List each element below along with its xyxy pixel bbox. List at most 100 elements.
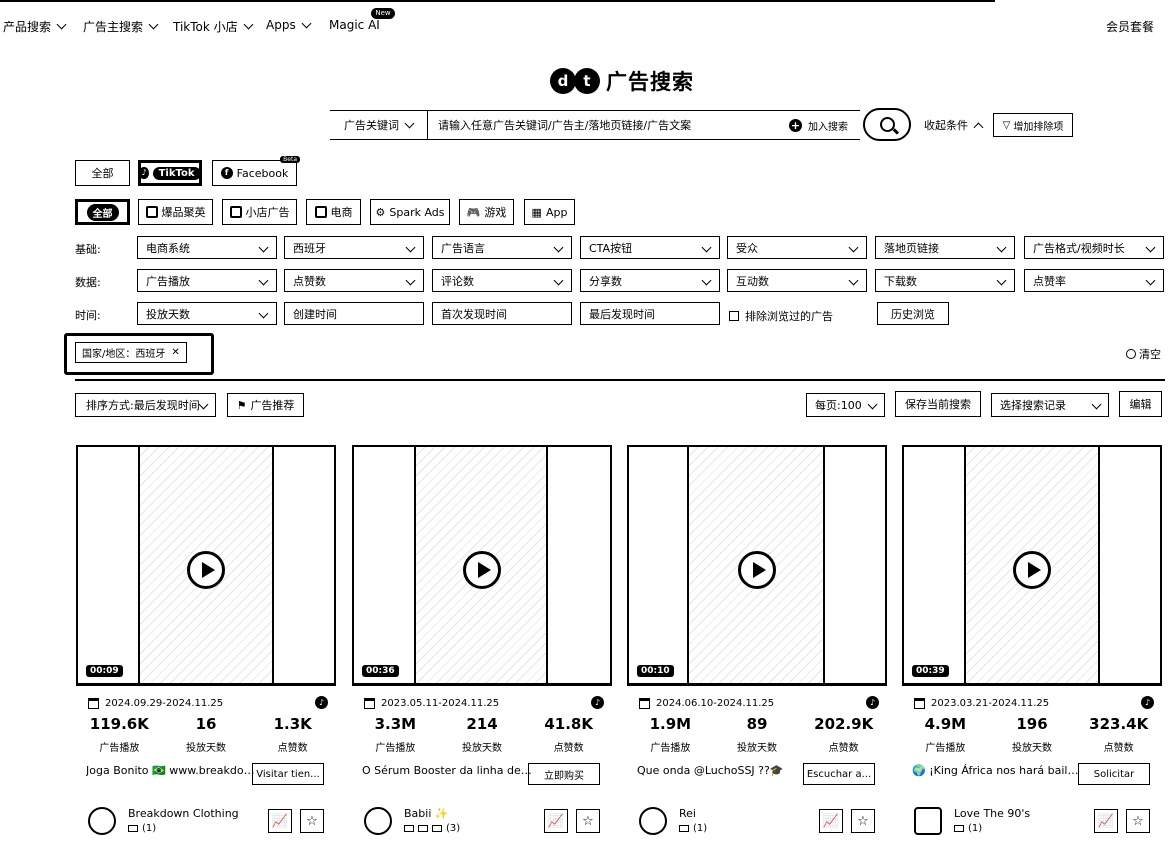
play-icon[interactable] [463,550,501,589]
category-games[interactable]: 🎮 游戏 [459,199,514,225]
filter-ad-language[interactable]: 广告语言 [432,236,572,259]
ad-card[interactable]: 00:10 2024.06.10-2024.11.25 ♪ 1.9M 广告播放 89… [627,445,887,855]
nav-tiktok-shop[interactable]: TikTok 小店 [173,18,254,35]
chevron-down-icon [404,118,415,128]
filter-country[interactable]: 西班牙 [284,236,424,259]
filter-like-rate[interactable]: 点赞率 [1024,269,1164,292]
platform-all[interactable]: 全部 [75,160,130,186]
sort-select[interactable]: 排序方式:最后发现时间 [75,393,216,417]
filter-likes[interactable]: 点赞数 [284,269,424,292]
category-ecommerce[interactable]: 电商 [306,199,361,225]
ad-icon [954,825,964,832]
play-icon[interactable] [738,550,776,589]
analytics-button[interactable]: 📈 [819,809,843,833]
tiktok-icon: ♪ [315,696,328,709]
chart-icon: 📈 [271,813,289,829]
close-icon[interactable]: ✕ [171,347,179,358]
platform-tiktok[interactable]: ♪ TikTok [138,160,202,186]
chevron-down-icon [258,242,269,253]
filter-landing-page[interactable]: 落地页链接 [875,236,1015,259]
ad-video-thumbnail[interactable]: 00:10 [627,445,887,686]
nav-magic-ai[interactable]: Magic AI [329,18,380,32]
search-record-select[interactable]: 选择搜索记录 [991,393,1109,417]
add-exclusion-button[interactable]: ▽ 增加排除项 [993,113,1073,137]
ad-cta-button[interactable]: 立即购买 [528,763,600,785]
chevron-down-icon [405,242,416,253]
stat-likes: 41.8K 点赞数 [544,715,593,754]
category-all[interactable]: 全部 [75,199,130,225]
ad-description: Que onda @LuchoSSJ ??🎓 [637,764,784,777]
avatar[interactable] [914,807,942,835]
collapse-filters-toggle[interactable]: 收起条件 [924,117,984,133]
avatar[interactable] [364,807,392,835]
advertiser-ads-count: (1) [954,823,982,834]
filter-ad-format[interactable]: 广告格式/视频时长 [1024,236,1164,259]
ad-recommend-button[interactable]: ⚑ 广告推荐 [227,393,304,417]
platform-facebook[interactable]: f Facebook Beta [212,156,300,186]
search-input[interactable] [428,111,789,139]
ad-video-thumbnail[interactable]: 00:09 [76,445,336,686]
ad-card[interactable]: 00:09 2024.09.29-2024.11.25 ♪ 119.6K 广告播放 … [76,445,336,855]
filter-audience[interactable]: 受众 [727,236,867,259]
category-hot-products[interactable]: 爆品聚英 [138,199,213,225]
ad-date-range: 2024.09.29-2024.11.25 ♪ [88,696,328,710]
filter-downloads[interactable]: 下载数 [875,269,1015,292]
favorite-button[interactable]: ☆ [1126,809,1150,833]
filter-comments[interactable]: 评论数 [432,269,572,292]
ad-card[interactable]: 00:39 2023.03.21-2024.11.25 ♪ 4.9M 广告播放 19… [902,445,1162,855]
filter-shares[interactable]: 分享数 [580,269,720,292]
history-button[interactable]: 历史浏览 [877,302,949,325]
ad-cta-button[interactable]: Visitar tien... [252,763,324,785]
favorite-button[interactable]: ☆ [851,809,875,833]
add-search-button[interactable]: + 加入搜索 [789,118,860,133]
filter-delivery-days[interactable]: 投放天数 [137,302,277,325]
advertiser-name[interactable]: Babii ✨ [404,807,449,820]
nav-product-search[interactable]: 产品搜索 [3,18,67,35]
favorite-button[interactable]: ☆ [576,809,600,833]
nav-apps[interactable]: Apps [266,18,312,32]
divider [75,379,1165,381]
ad-stats: 119.6K 广告播放 16 投放天数 1.3K 点赞数 [76,715,336,754]
nav-advertiser-search[interactable]: 广告主搜索 [83,18,159,35]
chevron-down-icon [701,275,712,286]
advertiser-name[interactable]: Rei [679,807,696,820]
star-icon: ☆ [1132,813,1144,829]
stat-likes: 323.4K 点赞数 [1089,715,1149,754]
ad-video-thumbnail[interactable]: 00:39 [902,445,1162,686]
analytics-button[interactable]: 📈 [544,809,568,833]
favorite-button[interactable]: ☆ [300,809,324,833]
avatar[interactable] [639,807,667,835]
ad-cta-button[interactable]: Escuchar a... [803,763,875,785]
membership-link[interactable]: 会员套餐 [1106,18,1154,35]
filter-ecommerce-system[interactable]: 电商系统 [137,236,277,259]
filter-created-time[interactable]: 创建时间 [284,302,424,325]
advertiser-name[interactable]: Breakdown Clothing [128,807,239,820]
filter-first-seen[interactable]: 首次发现时间 [432,302,572,325]
ad-card[interactable]: 00:36 2023.05.11-2024.11.25 ♪ 3.3M 广告播放 21… [352,445,612,855]
ad-icon [404,825,414,832]
category-spark-ads[interactable]: ⚙ Spark Ads [370,199,450,225]
filter-interactions[interactable]: 互动数 [727,269,867,292]
analytics-button[interactable]: 📈 [268,809,292,833]
save-search-button[interactable]: 保存当前搜索 [895,391,981,417]
ad-cta-button[interactable]: Solicitar [1078,763,1150,785]
play-icon[interactable] [187,550,225,589]
filter-cta-button[interactable]: CTA按钮 [580,236,720,259]
ad-description: 🌍 ¡King África nos hará bailar co... [912,764,1082,777]
exclude-viewed-checkbox[interactable]: 排除浏览过的广告 [729,308,833,324]
filter-ad-plays[interactable]: 广告播放 [137,269,277,292]
advertiser-name[interactable]: Love The 90's [954,807,1030,820]
ad-video-thumbnail[interactable]: 00:36 [352,445,612,686]
category-app[interactable]: ▦ App [524,199,575,225]
clear-button[interactable]: 清空 [1126,346,1161,362]
search-button[interactable] [863,108,911,141]
chevron-down-icon [1145,242,1156,253]
avatar[interactable] [88,807,116,835]
analytics-button[interactable]: 📈 [1094,809,1118,833]
per-page-select[interactable]: 每页:100 [806,393,885,417]
edit-button[interactable]: 编辑 [1119,391,1162,417]
category-shop-ads[interactable]: 小店广告 [222,199,297,225]
filter-last-seen[interactable]: 最后发现时间 [580,302,720,325]
play-icon[interactable] [1013,550,1051,589]
search-type-select[interactable]: 广告关键词 [330,111,428,139]
